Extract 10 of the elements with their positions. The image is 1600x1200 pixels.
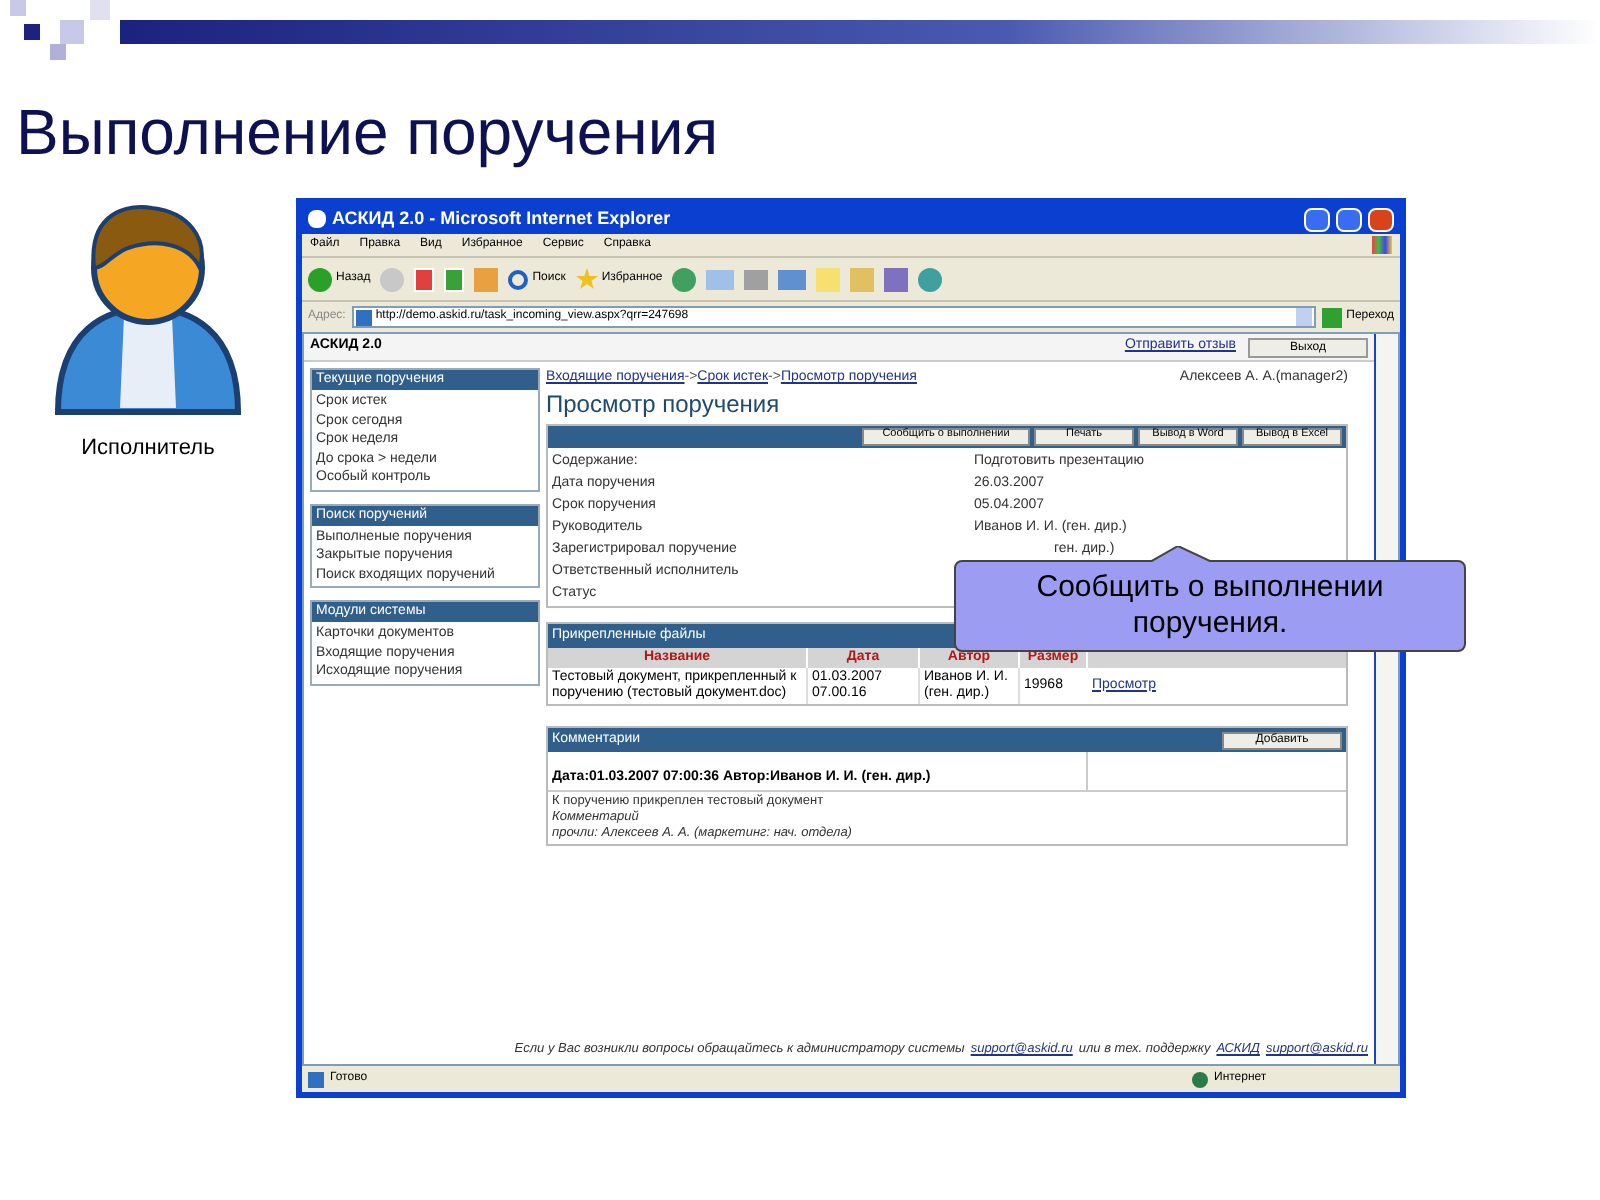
maximize-icon[interactable] xyxy=(1336,207,1362,231)
close-icon[interactable] xyxy=(1368,207,1394,231)
minimize-icon[interactable] xyxy=(1304,207,1330,231)
star-icon xyxy=(575,268,598,290)
callout-pointer xyxy=(1150,546,1214,562)
actor-label: Исполнитель xyxy=(81,434,215,464)
browser-icon[interactable] xyxy=(308,210,326,228)
window-title: АСКИД 2.0 - Microsoft Internet Explorer xyxy=(332,205,673,232)
page-heading: Просмотр поручения xyxy=(546,391,782,415)
slide-title: Выполнение поручения xyxy=(16,94,721,172)
